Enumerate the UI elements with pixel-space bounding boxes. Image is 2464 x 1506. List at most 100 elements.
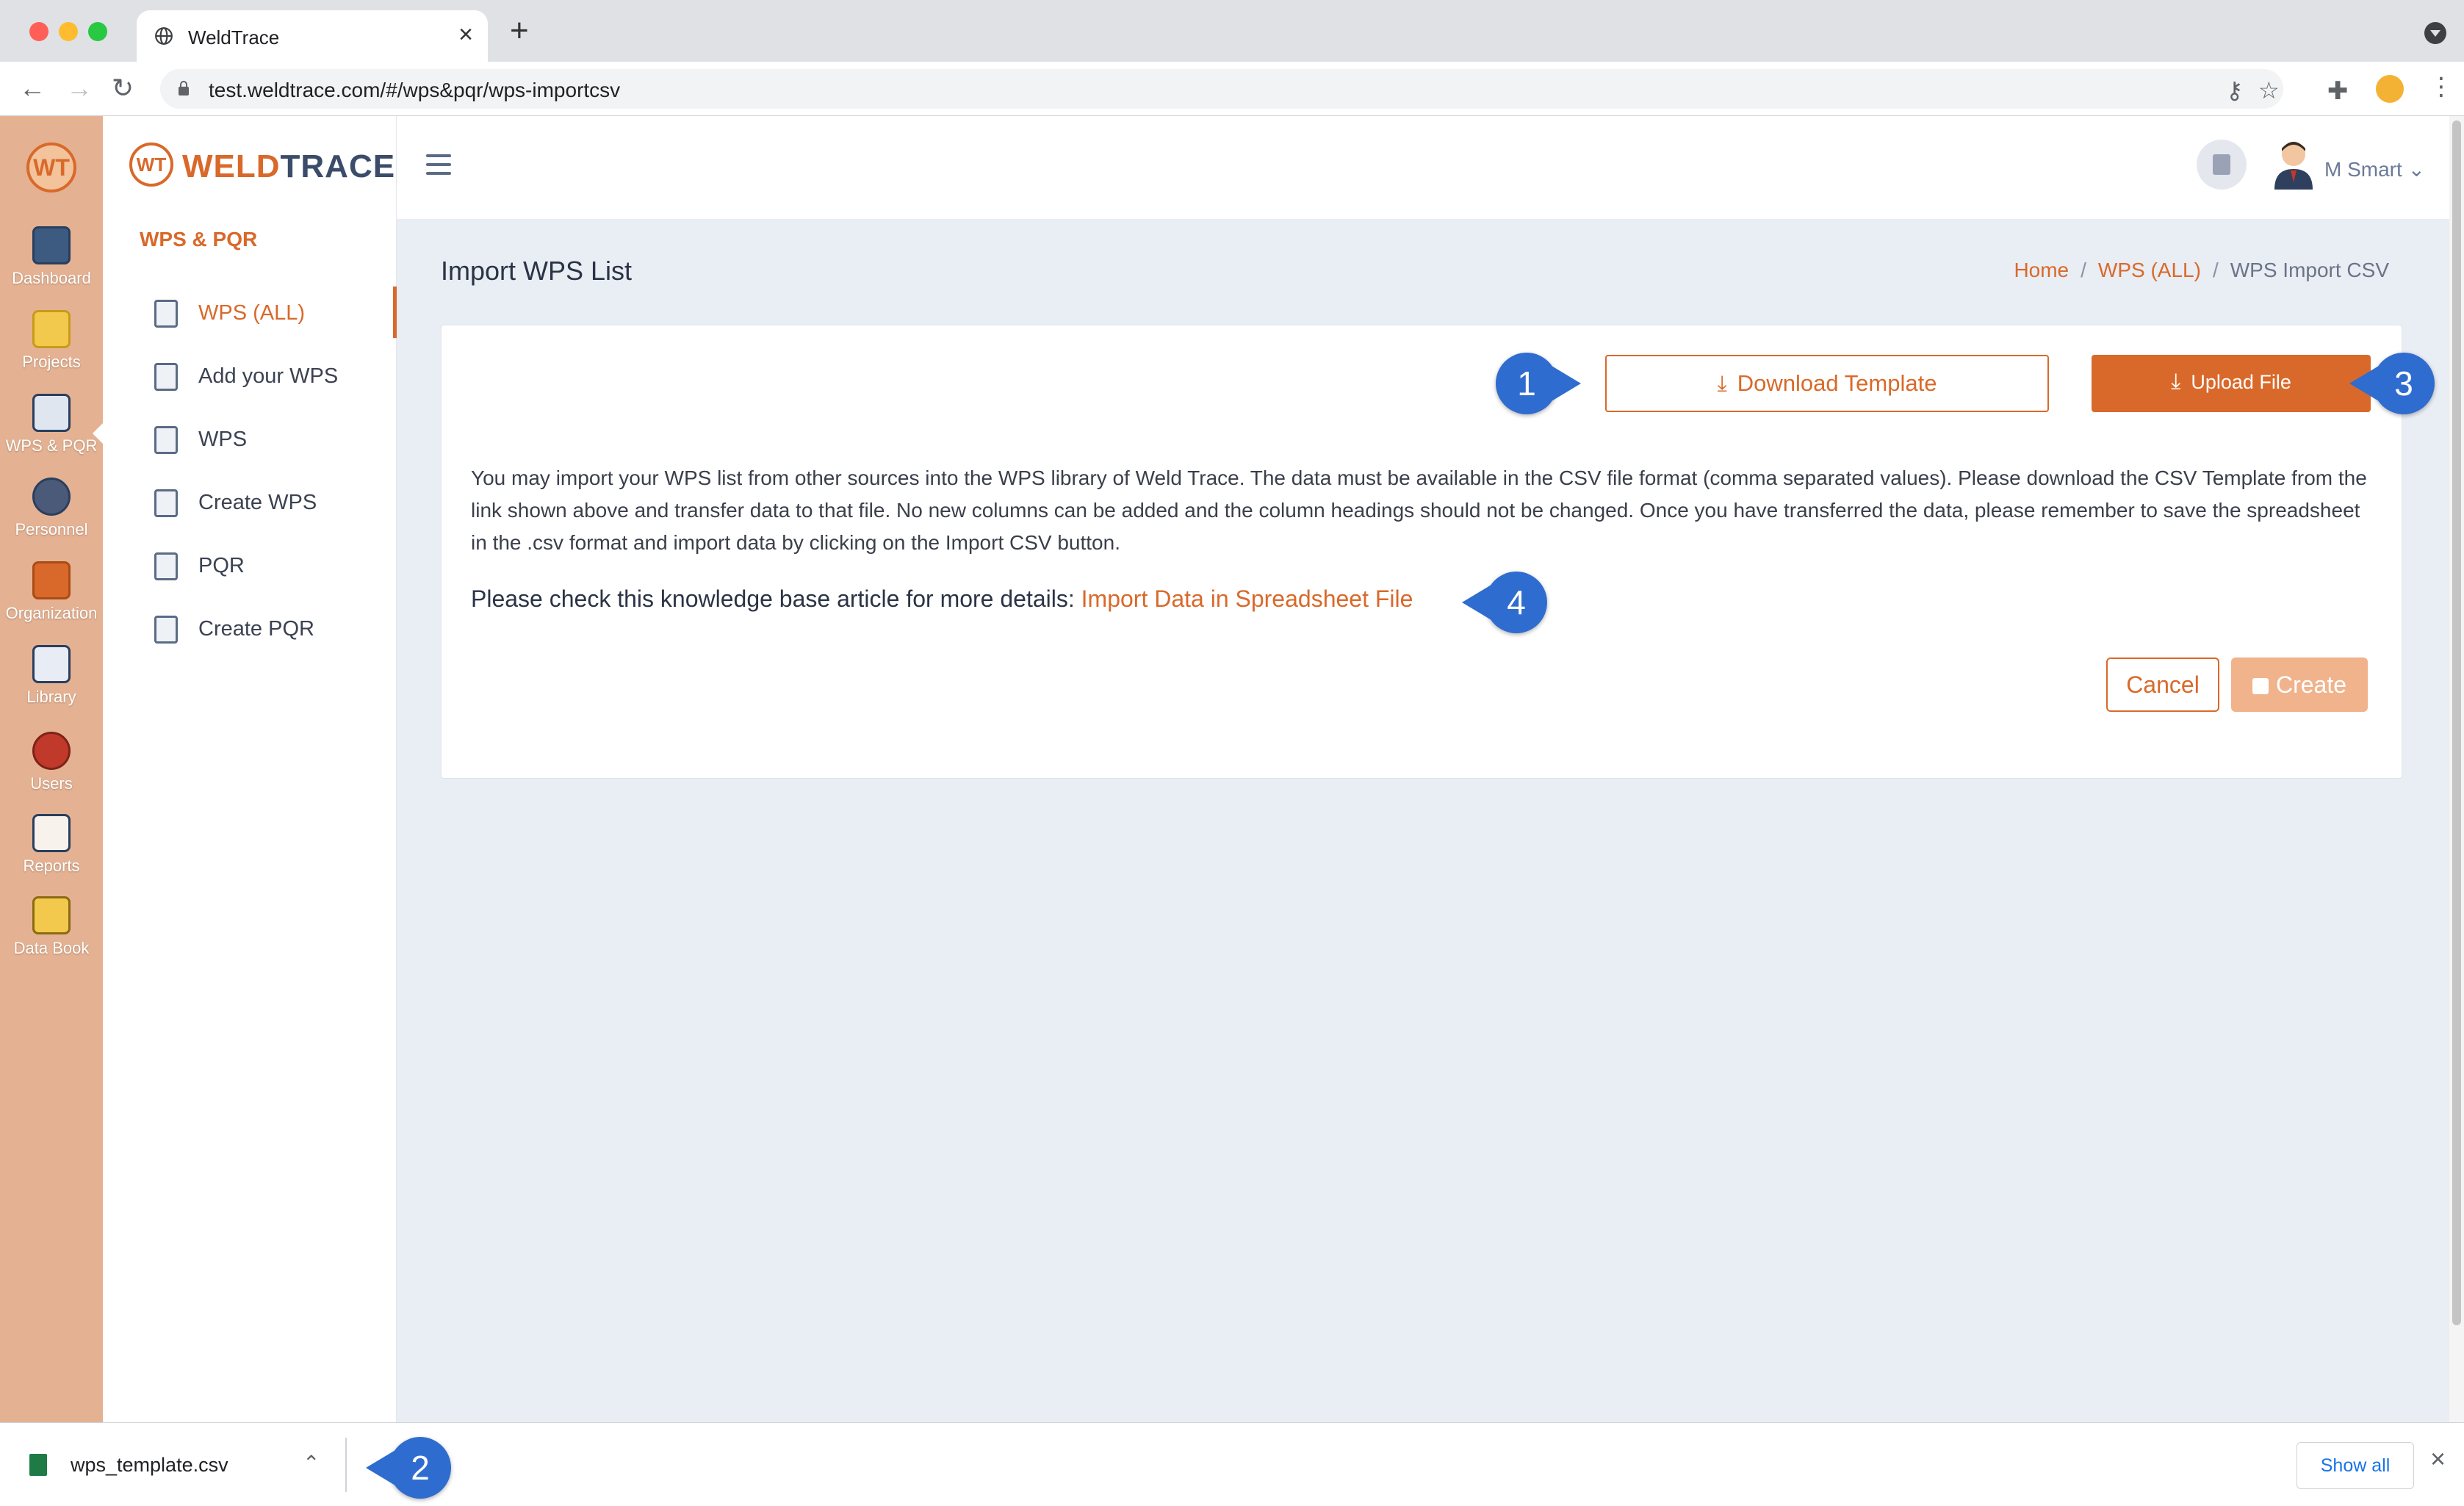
callout-3: 3 bbox=[2349, 353, 2435, 414]
browser-menu-icon[interactable]: ⋮ bbox=[2429, 72, 2454, 101]
rail-item-wps-pqr[interactable]: WPS & PQR bbox=[0, 394, 103, 455]
rail-logo[interactable]: WT bbox=[26, 143, 76, 192]
callout-4: 4 bbox=[1462, 572, 1547, 633]
lock-icon bbox=[179, 81, 189, 96]
brand-mark: WT bbox=[129, 143, 173, 187]
url-text: test.weldtrace.com/#/wps&pqr/wps-importc… bbox=[209, 79, 621, 101]
close-icon[interactable]: × bbox=[2430, 1444, 2446, 1474]
sidebar-section-title: WPS & PQR bbox=[140, 228, 258, 251]
rail-item-users[interactable]: Users bbox=[0, 732, 103, 793]
extensions-icon[interactable]: ✚ bbox=[2327, 76, 2349, 106]
sidebar-item-label: Create WPS bbox=[198, 491, 317, 514]
back-icon[interactable]: ← bbox=[19, 73, 46, 103]
dashboard-icon bbox=[32, 226, 71, 264]
bookmark-star-icon[interactable]: ☆ bbox=[2258, 76, 2280, 104]
chevron-down-icon: ⌄ bbox=[2407, 158, 2426, 181]
profile-avatar[interactable] bbox=[2376, 75, 2404, 103]
browser-tab[interactable]: WeldTrace × bbox=[137, 10, 488, 62]
create-button[interactable]: Create bbox=[2231, 657, 2368, 712]
rail-label: Reports bbox=[23, 857, 80, 875]
breadcrumb-separator: / bbox=[2212, 259, 2219, 281]
breadcrumb-current: WPS Import CSV bbox=[2230, 259, 2389, 281]
rail-label: Dashboard bbox=[12, 269, 91, 287]
organization-icon bbox=[32, 561, 71, 599]
create-label: Create bbox=[2275, 671, 2347, 698]
upload-file-label: Upload File bbox=[2191, 371, 2291, 393]
browser-tab-bar: WeldTrace × + bbox=[0, 0, 2464, 62]
show-all-button[interactable]: Show all bbox=[2297, 1442, 2414, 1489]
sidebar-item-pqr[interactable]: PQR bbox=[103, 539, 397, 591]
reports-icon bbox=[32, 814, 71, 852]
rail-item-organization[interactable]: Organization bbox=[0, 561, 103, 623]
tab-close-icon[interactable]: × bbox=[458, 22, 473, 47]
maximize-window-button[interactable] bbox=[88, 22, 107, 41]
chevron-up-icon[interactable]: ⌃ bbox=[303, 1451, 320, 1475]
import-card: ⤓ Download Template ⤓ Upload File You may … bbox=[441, 325, 2402, 779]
rail-label: Library bbox=[26, 688, 76, 706]
globe-icon bbox=[155, 27, 173, 45]
csv-file-icon bbox=[29, 1454, 47, 1476]
brand-name: WELDTRACE bbox=[182, 148, 395, 185]
upload-file-button[interactable]: ⤓ Upload File bbox=[2092, 355, 2371, 412]
tab-search-icon[interactable] bbox=[2424, 22, 2446, 44]
sidebar-item-create-wps[interactable]: Create WPS bbox=[103, 476, 397, 527]
forward-icon[interactable]: → bbox=[66, 73, 93, 103]
rail-label: Data Book bbox=[13, 939, 90, 957]
sidebar-item-wps-all[interactable]: WPS (ALL) bbox=[103, 287, 397, 338]
upload-icon: ⤓ bbox=[2171, 370, 2181, 394]
callout-1: 1 bbox=[1496, 353, 1581, 414]
rail-item-personnel[interactable]: Personnel bbox=[0, 478, 103, 539]
kb-prefix: Please check this knowledge base article… bbox=[471, 586, 1081, 612]
close-window-button[interactable] bbox=[29, 22, 48, 41]
cancel-button[interactable]: Cancel bbox=[2106, 657, 2219, 712]
import-description: You may import your WPS list from other … bbox=[471, 466, 2367, 554]
address-bar[interactable]: test.weldtrace.com/#/wps&pqr/wps-importc… bbox=[160, 69, 2283, 109]
page-scrollbar[interactable] bbox=[2449, 116, 2464, 1422]
rail-item-dashboard[interactable]: Dashboard bbox=[0, 226, 103, 288]
breadcrumb-wps-all-link[interactable]: WPS (ALL) bbox=[2098, 259, 2201, 281]
document-create-icon bbox=[154, 616, 178, 644]
scroll-thumb[interactable] bbox=[2452, 120, 2461, 1325]
rail-item-reports[interactable]: Reports bbox=[0, 814, 103, 876]
key-icon[interactable]: ⚷ bbox=[2226, 76, 2243, 104]
document-icon bbox=[154, 426, 178, 454]
sidebar-item-create-pqr[interactable]: Create PQR bbox=[103, 602, 397, 654]
download-divider bbox=[345, 1438, 347, 1492]
callout-2: 2 bbox=[366, 1437, 451, 1499]
rail-label: Personnel bbox=[15, 520, 88, 538]
knowledge-base-line: Please check this knowledge base article… bbox=[471, 586, 1413, 613]
data-book-icon bbox=[32, 896, 71, 934]
rail-label: Projects bbox=[22, 353, 81, 371]
rail-item-library[interactable]: Library bbox=[0, 645, 103, 707]
sidebar: WT WELDTRACE WPS & PQR WPS (ALL) Add you… bbox=[103, 116, 397, 1422]
reload-icon[interactable]: ↻ bbox=[112, 73, 134, 103]
kb-article-link[interactable]: Import Data in Spreadsheet File bbox=[1081, 586, 1413, 612]
wps-pqr-icon bbox=[32, 394, 71, 432]
rail-label: Users bbox=[30, 774, 73, 793]
notifications-icon[interactable] bbox=[2197, 140, 2247, 190]
brand-trace: TRACE bbox=[280, 148, 396, 184]
app-topbar: M Smart ⌄ bbox=[397, 116, 2454, 219]
sidebar-item-label: WPS (ALL) bbox=[198, 301, 306, 325]
downloaded-file-name[interactable]: wps_template.csv bbox=[71, 1454, 228, 1477]
brand-weld: WELD bbox=[182, 148, 281, 184]
sidebar-item-label: PQR bbox=[198, 554, 245, 577]
browser-toolbar: ← → ↻ test.weldtrace.com/#/wps&pqr/wps-i… bbox=[0, 62, 2464, 116]
new-tab-button[interactable]: + bbox=[510, 15, 529, 47]
users-icon bbox=[32, 732, 71, 770]
minimize-window-button[interactable] bbox=[59, 22, 78, 41]
breadcrumb-home-link[interactable]: Home bbox=[2014, 259, 2069, 281]
document-add-icon bbox=[154, 363, 178, 391]
download-template-button[interactable]: ⤓ Download Template bbox=[1605, 355, 2049, 412]
projects-icon bbox=[32, 310, 71, 348]
user-menu[interactable]: M Smart ⌄ bbox=[2324, 157, 2425, 181]
sidebar-item-wps[interactable]: WPS bbox=[103, 413, 397, 464]
library-icon bbox=[32, 645, 71, 683]
hamburger-menu-icon[interactable] bbox=[426, 154, 451, 176]
sidebar-item-label: Create PQR bbox=[198, 617, 314, 641]
avatar[interactable] bbox=[2272, 138, 2316, 190]
rail-item-data-book[interactable]: Data Book bbox=[0, 896, 103, 958]
sidebar-item-add-your-wps[interactable]: Add your WPS bbox=[103, 350, 397, 401]
breadcrumb-separator: / bbox=[2081, 259, 2086, 281]
rail-item-projects[interactable]: Projects bbox=[0, 310, 103, 372]
